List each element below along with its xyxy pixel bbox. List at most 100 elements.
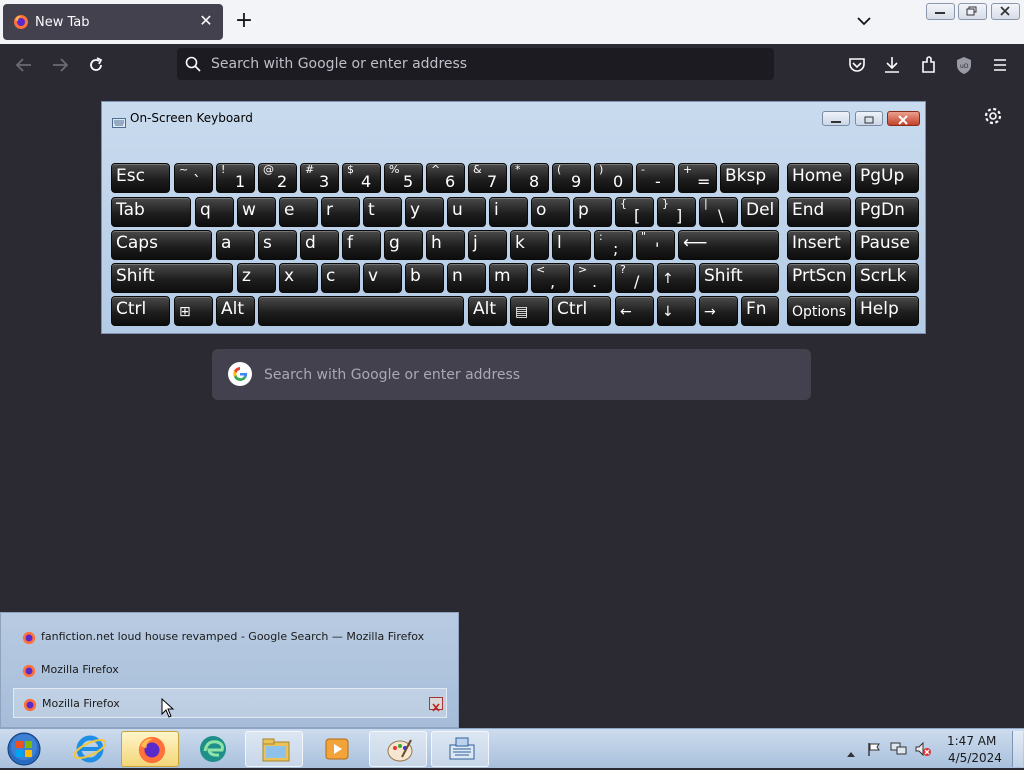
osk-key[interactable]: y [405, 197, 444, 227]
osk-key[interactable]: ScrLk [855, 263, 919, 293]
back-arrow-icon[interactable] [12, 54, 36, 76]
osk-key[interactable]: PgDn [855, 197, 919, 227]
osk-key[interactable]: :; [594, 230, 633, 260]
osk-key[interactable]: f [342, 230, 381, 260]
osk-key[interactable]: #3 [300, 163, 339, 193]
osk-key[interactable]: o [531, 197, 570, 227]
osk-key[interactable]: v [363, 263, 402, 293]
forward-arrow-icon[interactable] [48, 54, 72, 76]
file-explorer-taskbar-button[interactable] [245, 731, 303, 767]
osk-key[interactable]: >. [573, 263, 612, 293]
osk-key[interactable]: * 8 [510, 163, 549, 193]
osk-key[interactable] [258, 296, 464, 326]
osk-key[interactable]: c [321, 263, 360, 293]
restore-window-button[interactable] [958, 3, 987, 20]
osk-key[interactable]: p [573, 197, 612, 227]
osk-key[interactable]: g [384, 230, 423, 260]
osk-key[interactable]: ⊞ [174, 296, 213, 326]
close-window-button[interactable] [991, 3, 1020, 20]
popup-window-item-hovered[interactable]: Mozilla Firefox [13, 688, 447, 718]
osk-key[interactable]: Bksp [720, 163, 779, 193]
osk-key[interactable]: Alt [216, 296, 255, 326]
osk-key[interactable]: Del [741, 197, 779, 227]
osk-key[interactable]: u [447, 197, 486, 227]
osk-key[interactable]: s [258, 230, 297, 260]
action-center-flag-icon[interactable] [866, 741, 882, 761]
osk-key[interactable]: i [489, 197, 528, 227]
extensions-icon[interactable] [917, 54, 941, 76]
osk-key[interactable]: b [405, 263, 444, 293]
osk-key[interactable]: m [489, 263, 528, 293]
show-desktop-button[interactable] [1012, 731, 1023, 767]
show-hidden-icons-arrow-icon[interactable] [846, 743, 856, 762]
osk-title-bar[interactable]: On-Screen Keyboard [102, 102, 925, 132]
osk-key[interactable]: $4 [342, 163, 381, 193]
osk-key[interactable]: a [216, 230, 255, 260]
osk-key[interactable]: Insert [787, 230, 851, 260]
osk-key[interactable]: ! 1 [216, 163, 255, 193]
osk-key[interactable]: Help [855, 296, 919, 326]
osk-key[interactable]: ~ ` [174, 163, 213, 193]
osk-key[interactable]: ⟵ [678, 230, 779, 260]
osk-key[interactable]: }] [657, 197, 696, 227]
osk-key[interactable]: + = [678, 163, 717, 193]
osk-key[interactable]: z [237, 263, 276, 293]
osk-key[interactable]: l [552, 230, 591, 260]
firefox-taskbar-button[interactable] [121, 731, 179, 767]
osk-maximize-button[interactable] [855, 111, 883, 126]
osk-key[interactable]: Shift [699, 263, 779, 293]
osk-minimize-button[interactable] [822, 111, 850, 126]
clock-time[interactable]: 1:47 AM [947, 734, 996, 748]
edge-taskbar-button[interactable] [183, 731, 241, 767]
start-button[interactable] [6, 732, 42, 766]
paint-taskbar-button[interactable] [369, 731, 427, 767]
osk-key[interactable]: Ctrl [552, 296, 611, 326]
close-window-icon[interactable] [429, 697, 443, 712]
new-tab-button[interactable]: + [233, 10, 255, 32]
osk-key[interactable]: ← [615, 296, 654, 326]
ublock-origin-icon[interactable]: uO [952, 54, 976, 76]
osk-key[interactable]: " ' [636, 230, 675, 260]
osk-key[interactable]: n [447, 263, 486, 293]
osk-key[interactable]: Shift [111, 263, 233, 293]
osk-key[interactable]: & 7 [468, 163, 507, 193]
osk-key[interactable]: e [279, 197, 318, 227]
osk-key[interactable]: t [363, 197, 402, 227]
pocket-icon[interactable] [845, 54, 869, 76]
osk-key[interactable]: @2 [258, 163, 297, 193]
osk-key[interactable]: -- [636, 163, 675, 193]
osk-key[interactable]: Alt [468, 296, 507, 326]
osk-key[interactable]: Pause [855, 230, 919, 260]
hamburger-menu-icon[interactable] [988, 54, 1012, 76]
osk-key[interactable]: End [787, 197, 851, 227]
osk-key[interactable]: PrtScn [787, 263, 851, 293]
popup-window-item[interactable]: Mozilla Firefox [13, 655, 447, 685]
osk-key[interactable]: | \ [699, 197, 738, 227]
osk-key[interactable]: ? / [615, 263, 654, 293]
osk-key[interactable]: Home [787, 163, 851, 193]
osk-key[interactable]: Fn [741, 296, 779, 326]
volume-muted-icon[interactable] [914, 741, 932, 761]
popup-window-item[interactable]: fanfiction.net loud house revamped - Goo… [13, 622, 447, 652]
address-bar[interactable]: Search with Google or enter address [177, 48, 774, 80]
osk-key[interactable]: k [510, 230, 549, 260]
osk-key[interactable]: x [279, 263, 318, 293]
osk-key[interactable]: ↑ [657, 263, 696, 293]
osk-key[interactable]: Ctrl [111, 296, 170, 326]
osk-key[interactable]: q [195, 197, 234, 227]
on-screen-keyboard-taskbar-button[interactable] [431, 731, 489, 767]
downloads-icon[interactable] [880, 54, 904, 76]
network-icon[interactable] [890, 741, 908, 761]
internet-explorer-taskbar-button[interactable] [60, 731, 118, 767]
newtab-search-box[interactable]: Search with Google or enter address [212, 349, 811, 400]
osk-key[interactable]: h [426, 230, 465, 260]
close-tab-icon[interactable]: ✕ [197, 12, 215, 30]
osk-key[interactable]: <, [531, 263, 570, 293]
osk-key[interactable]: PgUp [855, 163, 919, 193]
osk-key[interactable]: r [321, 197, 360, 227]
osk-close-button[interactable] [887, 111, 920, 126]
osk-key[interactable]: w [237, 197, 276, 227]
osk-key[interactable]: Tab [111, 197, 191, 227]
osk-key[interactable]: Options [787, 296, 851, 326]
osk-key[interactable]: % 5 [384, 163, 423, 193]
